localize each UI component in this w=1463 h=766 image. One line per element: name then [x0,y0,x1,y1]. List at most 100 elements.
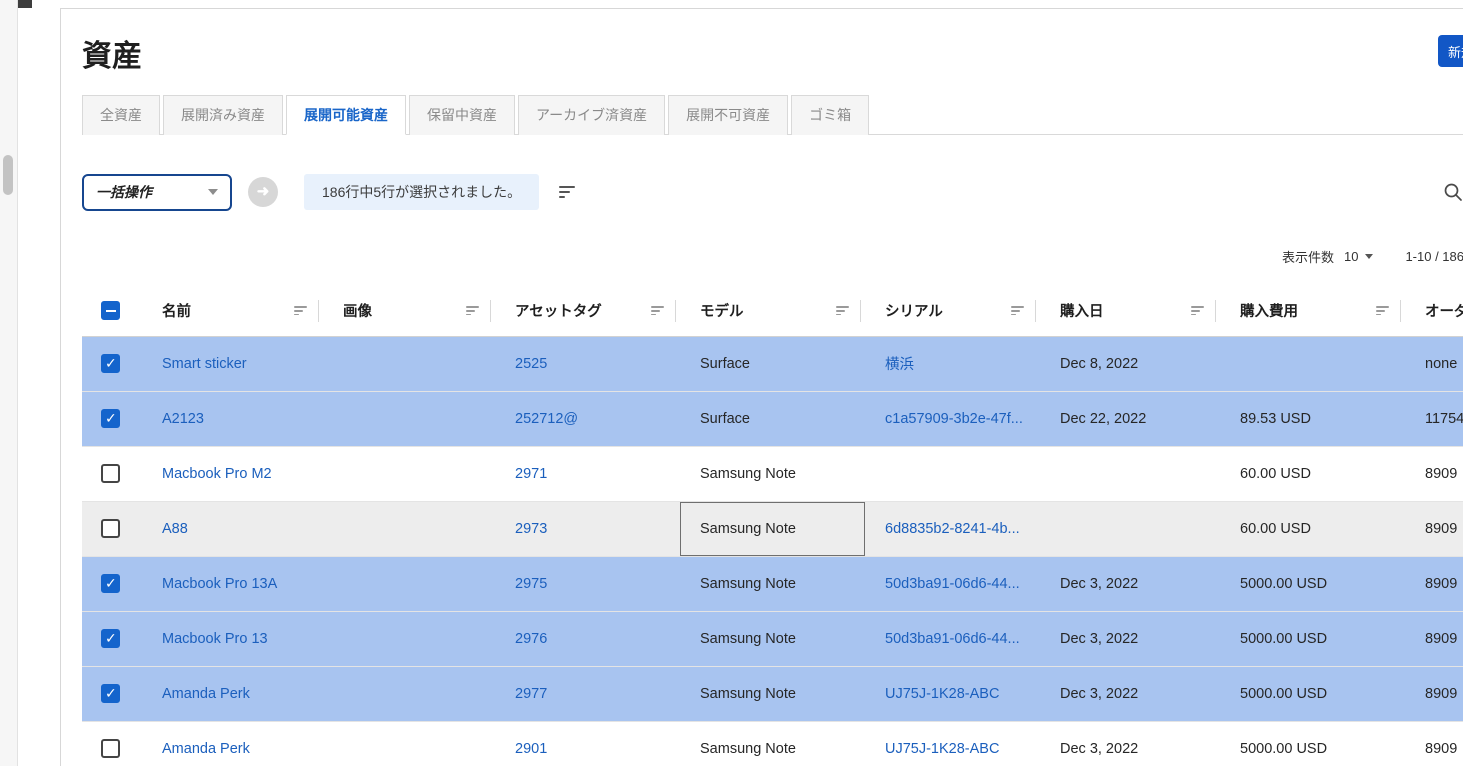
asset-name-link[interactable]: Amanda Perk [162,741,250,757]
asset-serial-link[interactable]: 50d3ba91-06d6-44... [885,631,1020,647]
asset-serial-link[interactable]: 横浜 [885,357,914,373]
column-header-serial[interactable]: シリアル [885,300,943,321]
table-row[interactable]: Macbook Pro 13 2976 Samsung Note 50d3ba9… [82,611,1463,666]
column-filter-icon[interactable] [294,306,307,315]
row-checkbox[interactable] [101,519,120,538]
window-scrollbar-thumb[interactable] [3,155,13,195]
row-checkbox[interactable] [101,354,120,373]
asset-name-link[interactable]: Macbook Pro M2 [162,466,272,482]
asset-tag-link[interactable]: 2525 [515,356,547,372]
column-header-purchase-date[interactable]: 購入日 [1060,300,1104,321]
row-checkbox[interactable] [101,574,120,593]
asset-purchase-date: Dec 8, 2022 [1060,356,1138,372]
asset-order: 117548 [1425,411,1463,427]
table-row[interactable]: Amanda Perk 2977 Samsung Note UJ75J-1K28… [82,666,1463,721]
asset-serial-link[interactable]: 50d3ba91-06d6-44... [885,576,1020,592]
asset-serial-link[interactable]: c1a57909-3b2e-47f... [885,411,1023,427]
asset-model: Surface [700,356,750,372]
chevron-down-icon [208,189,218,195]
asset-name-link[interactable]: Smart sticker [162,356,247,372]
table-row[interactable]: A88 2973 Samsung Note 6d8835b2-8241-4b..… [82,501,1463,556]
asset-serial-link[interactable]: 6d8835b2-8241-4b... [885,521,1020,537]
asset-tag-link[interactable]: 2973 [515,521,547,537]
page-size-dropdown[interactable]: 10 [1344,249,1373,264]
table-row[interactable]: Amanda Perk 2901 Samsung Note UJ75J-1K28… [82,721,1463,766]
sort-icon[interactable] [559,186,575,198]
pagination-bar: 表示件数 10 1-10 / 186 [82,247,1463,266]
page-title: 資産 [82,31,1463,75]
asset-image-cell [323,611,495,666]
column-header-image[interactable]: 画像 [343,300,372,321]
asset-tag-link[interactable]: 2971 [515,466,547,482]
asset-order: none [1425,356,1457,372]
asset-purchase-cost: 5000.00 USD [1240,686,1327,702]
column-filter-icon[interactable] [651,306,664,315]
page-size-value: 10 [1344,249,1358,264]
asset-name-link[interactable]: Macbook Pro 13A [162,576,277,592]
asset-purchase-date: Dec 3, 2022 [1060,631,1138,647]
asset-tag-link[interactable]: 2977 [515,686,547,702]
asset-purchase-date: Dec 3, 2022 [1060,741,1138,757]
row-checkbox[interactable] [101,464,120,483]
column-header-name[interactable]: 名前 [162,300,191,321]
row-checkbox[interactable] [101,629,120,648]
asset-name-link[interactable]: Macbook Pro 13 [162,631,268,647]
asset-purchase-date: Dec 3, 2022 [1060,686,1138,702]
asset-tag-link[interactable]: 252712@ [515,411,578,427]
asset-purchase-cost: 5000.00 USD [1240,631,1327,647]
column-header-order[interactable]: オーダ [1425,300,1463,321]
column-header-model[interactable]: モデル [700,300,744,321]
asset-tag-link[interactable]: 2975 [515,576,547,592]
asset-tag-link[interactable]: 2976 [515,631,547,647]
asset-model: Surface [700,411,750,427]
column-header-purchase-cost[interactable]: 購入費用 [1240,300,1298,321]
column-header-asset-tag[interactable]: アセットタグ [515,300,602,321]
search-icon[interactable] [1442,181,1463,203]
tab-deployed-assets[interactable]: 展開済み資産 [163,95,283,135]
asset-image-cell [323,556,495,611]
asset-model: Samsung Note [700,521,796,537]
asset-purchase-cost: 60.00 USD [1240,521,1311,537]
table-row[interactable]: Macbook Pro M2 2971 Samsung Note 60.00 U… [82,446,1463,501]
tab-all-assets[interactable]: 全資産 [82,95,160,135]
tab-archived-assets[interactable]: アーカイブ済資産 [518,95,665,135]
asset-tag-link[interactable]: 2901 [515,741,547,757]
asset-name-link[interactable]: Amanda Perk [162,686,250,702]
select-all-checkbox[interactable] [101,301,120,320]
asset-serial-link[interactable]: UJ75J-1K28-ABC [885,686,999,702]
selection-message: 186行中5行が選択されました。 [304,174,539,210]
page-size-label: 表示件数 [1282,247,1334,266]
row-checkbox[interactable] [101,739,120,758]
tab-undeployable-assets[interactable]: 展開不可資産 [668,95,788,135]
new-asset-button[interactable]: 新規 [1438,35,1463,67]
table-row[interactable]: A2123 252712@ Surface c1a57909-3b2e-47f.… [82,391,1463,446]
asset-purchase-cost: 5000.00 USD [1240,576,1327,592]
asset-image-cell [323,391,495,446]
asset-name-link[interactable]: A2123 [162,411,204,427]
column-filter-icon[interactable] [1376,306,1389,315]
asset-name-link[interactable]: A88 [162,521,188,537]
tab-deployable-assets[interactable]: 展開可能資産 [286,95,406,135]
asset-purchase-cost: 60.00 USD [1240,466,1311,482]
asset-purchase-cost: 5000.00 USD [1240,741,1327,757]
bulk-actions-select[interactable]: 一括操作 [82,174,232,211]
bulk-actions-go-button[interactable]: ➜ [248,177,278,207]
asset-order: 8909 [1425,466,1457,482]
asset-image-cell [323,336,495,391]
column-filter-icon[interactable] [1011,306,1024,315]
table-row[interactable]: Smart sticker 2525 Surface 横浜 Dec 8, 202… [82,336,1463,391]
column-filter-icon[interactable] [1191,306,1204,315]
asset-image-cell [323,501,495,556]
tab-pending-assets[interactable]: 保留中資産 [409,95,515,135]
column-filter-icon[interactable] [836,306,849,315]
row-checkbox[interactable] [101,684,120,703]
row-checkbox[interactable] [101,409,120,428]
tab-trash[interactable]: ゴミ箱 [791,95,869,135]
asset-order: 8909 [1425,631,1457,647]
asset-order: 8909 [1425,741,1457,757]
asset-serial-link[interactable]: UJ75J-1K28-ABC [885,741,999,757]
asset-model: Samsung Note [700,576,796,592]
table-row[interactable]: Macbook Pro 13A 2975 Samsung Note 50d3ba… [82,556,1463,611]
column-filter-icon[interactable] [466,306,479,315]
table-toolbar: 一括操作 ➜ 186行中5行が選択されました。 [82,173,1463,211]
